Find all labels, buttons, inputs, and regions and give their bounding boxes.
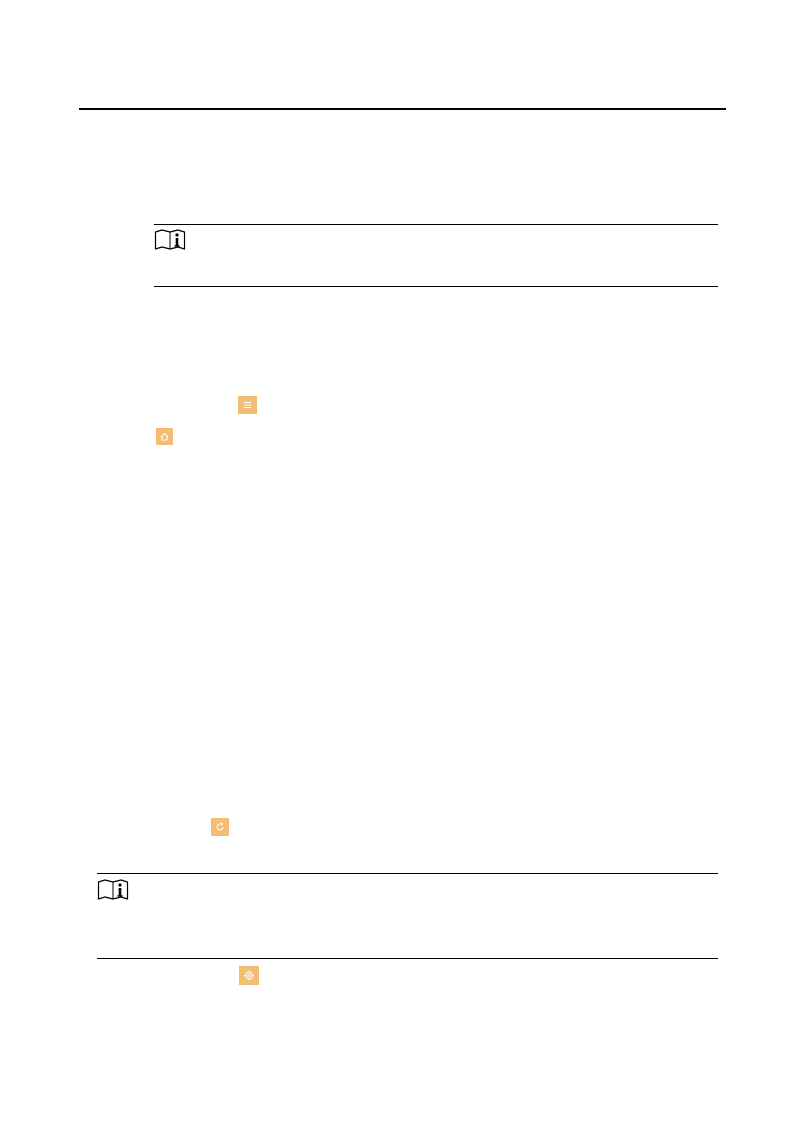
note-info-icon bbox=[97, 879, 129, 901]
refresh-icon bbox=[211, 818, 229, 836]
home-icon bbox=[156, 428, 173, 445]
note-2-bottom-rule bbox=[97, 958, 718, 959]
note-1-bottom-rule bbox=[154, 286, 718, 287]
note-1-top-rule bbox=[154, 224, 718, 225]
note-info-icon bbox=[154, 229, 186, 251]
header-rule bbox=[79, 108, 726, 110]
list-menu-icon bbox=[238, 396, 257, 414]
note-2-top-rule bbox=[97, 873, 718, 874]
settings-icon bbox=[239, 966, 259, 985]
